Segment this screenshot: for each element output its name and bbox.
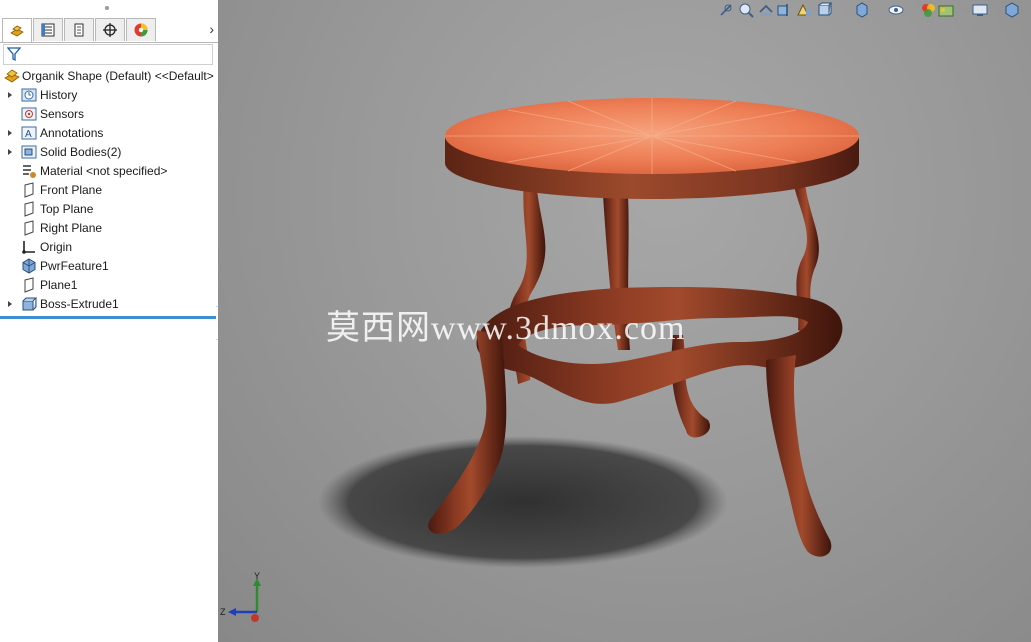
tree-item-annotations[interactable]: A Annotations: [0, 124, 218, 143]
tree-item-label: Origin: [40, 240, 73, 254]
tree-root-label: Organik Shape (Default) <<Default>: [22, 69, 214, 83]
tree-item-label: Material <not specified>: [40, 164, 168, 178]
tree-item-label: Solid Bodies(2): [40, 145, 122, 159]
power-feature-icon: [22, 258, 36, 274]
tree-item-sensors[interactable]: Sensors: [0, 105, 218, 124]
filter-icon: [7, 47, 21, 62]
annotations-icon: A: [21, 126, 37, 140]
plane-icon: [24, 182, 34, 198]
property-manager-icon: [41, 23, 55, 37]
history-folder-icon: [21, 88, 37, 102]
tab-property-manager[interactable]: [33, 18, 63, 41]
solid-bodies-icon: [21, 145, 37, 159]
tree-item-label: History: [40, 88, 78, 102]
tree-item-pwrfeature1[interactable]: PwrFeature1: [0, 257, 218, 276]
tree-item-label: Right Plane: [40, 221, 103, 235]
watermark-text: 莫西网www.3dmox.com: [326, 310, 686, 347]
configuration-manager-icon: [74, 23, 84, 37]
tree-item-label: Annotations: [40, 126, 104, 140]
tree-item-plane1[interactable]: Plane1: [0, 276, 218, 295]
svg-text:A: A: [25, 129, 32, 140]
display-manager-icon: [134, 23, 148, 37]
expand-arrow-icon[interactable]: [6, 128, 14, 138]
tree-item-top-plane[interactable]: Top Plane: [0, 200, 218, 219]
expand-arrow-icon[interactable]: [6, 299, 14, 309]
tree-item-label: Front Plane: [40, 183, 103, 197]
triad-y-label: Y: [254, 571, 260, 581]
tree-item-solid-bodies[interactable]: Solid Bodies(2): [0, 143, 218, 162]
floor-shadow: [318, 436, 728, 568]
tab-configuration-manager[interactable]: [64, 18, 94, 41]
tree-item-right-plane[interactable]: Right Plane: [0, 219, 218, 238]
tree-item-material[interactable]: Material <not specified>: [0, 162, 218, 181]
plane-icon: [24, 220, 34, 236]
tree-item-boss-extrude1[interactable]: Boss-Extrude1: [0, 295, 218, 314]
material-icon: [23, 165, 36, 178]
reference-triad: Y Z: [220, 571, 261, 622]
tree-item-label: Boss-Extrude1: [40, 297, 119, 311]
tab-dimxpert-manager[interactable]: [95, 18, 125, 41]
tree-item-label: Sensors: [40, 107, 85, 121]
panel-resize-grip[interactable]: [0, 0, 218, 16]
chevron-right-icon[interactable]: ›: [209, 21, 214, 37]
plane-icon: [24, 277, 34, 293]
plane-icon: [24, 201, 34, 217]
feature-manager-icon: [10, 25, 24, 36]
tree-item-label: PwrFeature1: [40, 259, 109, 273]
graphics-viewport[interactable]: 莫西网www.3dmox.com Y Z: [218, 0, 1031, 642]
tree-item-front-plane[interactable]: Front Plane: [0, 181, 218, 200]
origin-icon: [22, 241, 35, 254]
expand-arrow-icon[interactable]: [6, 90, 14, 100]
part-icon: [4, 69, 20, 83]
triad-z-label: Z: [220, 607, 226, 617]
boss-extrude-icon: [22, 297, 37, 311]
crosshair-icon: [103, 23, 117, 37]
tree-filter-box[interactable]: [3, 44, 213, 65]
tree-item-origin[interactable]: Origin: [0, 238, 218, 257]
tree-root-part[interactable]: Organik Shape (Default) <<Default>: [0, 67, 218, 86]
sensors-icon: [21, 107, 37, 121]
tab-feature-manager[interactable]: [2, 18, 32, 42]
feature-manager-panel: › Organik Shape (Default) <<Default> His…: [0, 0, 219, 642]
tab-display-manager[interactable]: [126, 18, 156, 41]
table-leg-front: [766, 355, 832, 557]
panel-tab-bar: ›: [0, 18, 218, 43]
tree-item-label: Top Plane: [40, 202, 94, 216]
tree-item-label: Plane1: [40, 278, 78, 292]
tree-item-history[interactable]: History: [0, 86, 218, 105]
rollback-bar[interactable]: [0, 316, 218, 319]
expand-arrow-icon[interactable]: [6, 147, 14, 157]
